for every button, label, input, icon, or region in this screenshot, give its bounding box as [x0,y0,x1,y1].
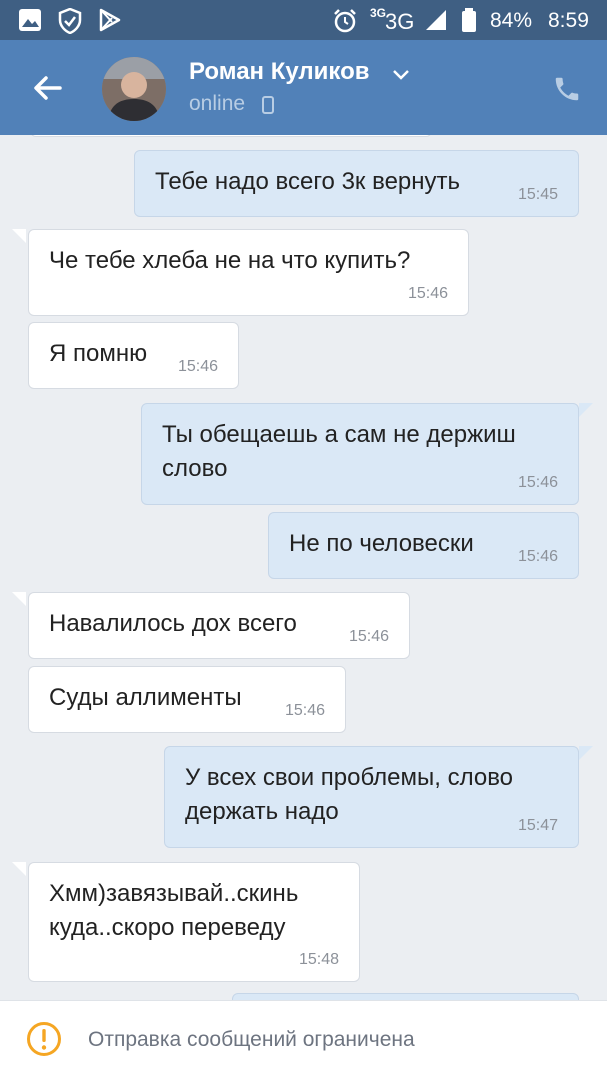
message-time: 15:45 [517,186,558,203]
message-bubble-incoming[interactable]: Хмм)завязывай..скинь куда..скоро перевед… [28,862,360,982]
message-time: 15:46 [517,474,558,491]
signal-icon [426,10,446,30]
message-text: Я помню [49,340,148,367]
message-bubble-incoming[interactable]: Я помню 15:46 [28,322,239,389]
message-bubble-incoming[interactable]: Че тебе хлеба не на что купить? 15:46 [28,229,469,316]
message-time: 15:48 [298,951,339,968]
message-text: Тебе надо всего 3к вернуть [155,168,461,195]
battery-percent: 84% [490,9,533,32]
message-text: Не по человески [289,530,474,557]
chevron-down-icon[interactable] [392,69,410,81]
message-bubble-outgoing[interactable]: У всех свои проблемы, слово держать надо… [164,746,579,848]
contact-name[interactable]: Роман Куликов [189,58,370,86]
message-text: Навалилось дох всего [49,610,297,637]
bubble-tail [12,592,26,606]
message-text: Че тебе хлеба не на что купить? [49,247,411,274]
bubble-tail [12,229,26,243]
chat-header: Роман Куликов online [0,40,607,135]
message-time: 15:46 [177,358,218,375]
message-bubble-incoming[interactable]: Суды аллименты 15:46 [28,666,346,733]
phone-icon[interactable] [552,74,582,104]
message-time: 15:46 [284,702,325,719]
message-bubble-partial [30,135,432,137]
message-bubble-partial [232,993,579,1000]
alarm-icon [334,9,356,33]
message-text: Ты обещаешь а сам не держиш слово [162,421,516,482]
messaging-restricted-notice: Отправка сообщений ограничена [88,1028,415,1051]
network-type-small: 3G [370,6,387,20]
bubble-tail [12,862,26,876]
gallery-icon [19,9,41,31]
battery-icon [462,8,476,32]
message-time: 15:47 [517,817,558,834]
message-time: 15:46 [407,285,448,302]
warning-icon [27,1022,61,1056]
avatar-photo [102,57,166,121]
message-text: Хмм)завязывай..скинь куда..скоро перевед… [49,880,299,941]
message-bubble-outgoing[interactable]: Ты обещаешь а сам не держиш слово 15:46 [141,403,579,505]
message-time: 15:46 [517,548,558,565]
message-bubble-outgoing[interactable]: Тебе надо всего 3к вернуть 15:45 [134,150,579,217]
back-arrow-icon[interactable] [30,70,66,106]
clock: 8:59 [548,9,589,32]
avatar[interactable] [102,57,166,121]
message-text: У всех свои проблемы, слово держать надо [185,764,514,825]
message-time: 15:46 [348,628,389,645]
message-bubble-outgoing[interactable]: Не по человески 15:46 [268,512,579,579]
status-bar: 3G 3G 84% 8:59 [0,0,607,40]
compose-restricted-bar: Отправка сообщений ограничена [0,1000,607,1081]
network-type: 3G [385,9,415,34]
message-text: Суды аллименты [49,684,242,711]
message-list[interactable]: Тебе надо всего 3к вернуть 15:45 Че тебе… [0,135,607,1000]
shield-check-icon [58,8,82,34]
mobile-phone-icon [262,96,274,114]
contact-status: online [189,92,246,115]
play-store-icon [99,8,121,32]
message-bubble-incoming[interactable]: Навалилось дох всего 15:46 [28,592,410,659]
bubble-tail [579,403,593,417]
bubble-tail [579,746,593,760]
